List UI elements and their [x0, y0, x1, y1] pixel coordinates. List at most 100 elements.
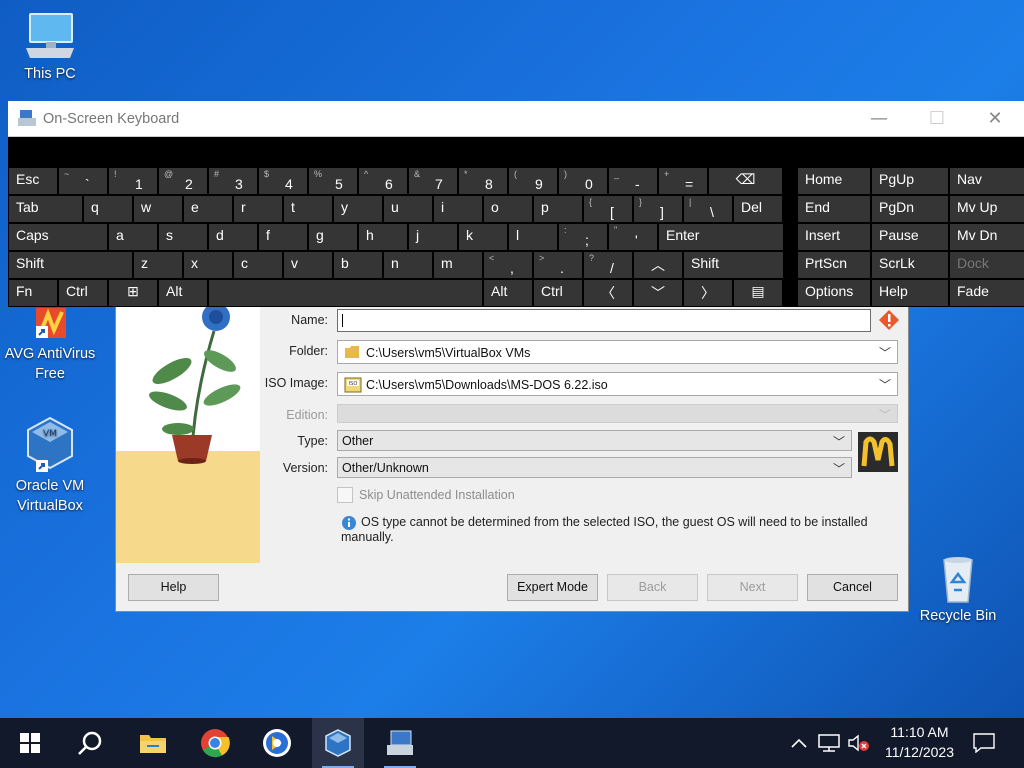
iso-combo[interactable]: ISO C:\Users\vm5\Downloads\MS-DOS 6.22.i… [337, 372, 898, 396]
key-b[interactable]: b [334, 252, 382, 278]
key-alt-right[interactable]: Alt [484, 280, 532, 306]
desktop-icon-avg[interactable]: AVG AntiVirus Free [4, 306, 96, 384]
key-f[interactable]: f [259, 224, 307, 250]
key-3[interactable]: #3 [209, 168, 257, 194]
taskbar-chrome[interactable] [189, 718, 241, 768]
key-j[interactable]: j [409, 224, 457, 250]
key-0[interactable]: ) 0 [559, 168, 607, 194]
name-input[interactable] [337, 309, 871, 332]
key-end[interactable]: End [798, 196, 870, 222]
key-dock[interactable]: Dock [950, 252, 1024, 278]
volume-muted-icon[interactable] [847, 734, 871, 752]
key-4[interactable]: $4 [259, 168, 307, 194]
key-mv-dn[interactable]: Mv Dn [950, 224, 1024, 250]
key-o[interactable]: o [484, 196, 532, 222]
key-shift-left[interactable]: Shift [9, 252, 132, 278]
key-tab[interactable]: Tab [9, 196, 82, 222]
key-slash[interactable]: ? / [584, 252, 632, 278]
key-backslash[interactable]: | \ [684, 196, 732, 222]
version-combo[interactable]: Other/Unknown ﹀ [337, 457, 852, 478]
key-k[interactable]: k [459, 224, 507, 250]
key-pgup[interactable]: PgUp [872, 168, 948, 194]
key-ctrl-left[interactable]: Ctrl [59, 280, 107, 306]
key-z[interactable]: z [134, 252, 182, 278]
close-button[interactable]: ✕ [966, 101, 1024, 137]
key-up-arrow[interactable]: ︿ [634, 252, 682, 278]
key-q[interactable]: q [84, 196, 132, 222]
key-quote[interactable]: " ' [609, 224, 657, 250]
key-enter[interactable]: Enter [659, 224, 783, 250]
type-combo[interactable]: Other ﹀ [337, 430, 852, 451]
system-clock[interactable]: 11:10 AM 11/12/2023 [885, 722, 954, 762]
key-mv-up[interactable]: Mv Up [950, 196, 1024, 222]
search-button[interactable] [64, 718, 116, 768]
taskbar-file-explorer[interactable] [127, 718, 179, 768]
desktop-icon-recycle-bin[interactable]: Recycle Bin [912, 552, 1004, 626]
key-windows[interactable]: ⊞ [109, 280, 157, 306]
key-g[interactable]: g [309, 224, 357, 250]
key-comma[interactable]: <, [484, 252, 532, 278]
key-lbracket[interactable]: {[ [584, 196, 632, 222]
key-help[interactable]: Help [872, 280, 948, 306]
key-equals[interactable]: + = [659, 168, 707, 194]
next-button[interactable]: Next [707, 574, 798, 601]
start-button[interactable] [4, 718, 56, 768]
key-space[interactable] [209, 280, 482, 306]
key-period[interactable]: >. [534, 252, 582, 278]
key-x[interactable]: x [184, 252, 232, 278]
osk-title-bar[interactable]: On-Screen Keyboard — ☐ ✕ [8, 101, 1024, 137]
key-nav[interactable]: Nav [950, 168, 1024, 194]
key-9[interactable]: (9 [509, 168, 557, 194]
key-6[interactable]: ^ 6 [359, 168, 407, 194]
expert-mode-button[interactable]: Expert Mode [507, 574, 598, 601]
key-menu[interactable]: ▤ [734, 280, 782, 306]
taskbar-on-screen-keyboard[interactable] [374, 718, 426, 768]
key-fade[interactable]: Fade [950, 280, 1024, 306]
key-d[interactable]: d [209, 224, 257, 250]
key-del[interactable]: Del [734, 196, 782, 222]
key-home[interactable]: Home [798, 168, 870, 194]
key-rbracket[interactable]: }] [634, 196, 682, 222]
network-icon[interactable] [818, 734, 840, 752]
key-w[interactable]: w [134, 196, 182, 222]
key-s[interactable]: s [159, 224, 207, 250]
key-m[interactable]: m [434, 252, 482, 278]
key-e[interactable]: e [184, 196, 232, 222]
key-7[interactable]: & 7 [409, 168, 457, 194]
key-prtscn[interactable]: PrtScn [798, 252, 870, 278]
key-l[interactable]: l [509, 224, 557, 250]
key-p[interactable]: p [534, 196, 582, 222]
folder-combo[interactable]: C:\Users\vm5\VirtualBox VMs ﹀ [337, 340, 898, 364]
key-scrlk[interactable]: ScrLk [872, 252, 948, 278]
key-fn[interactable]: Fn [9, 280, 57, 306]
key-options[interactable]: Options [798, 280, 870, 306]
cancel-button[interactable]: Cancel [807, 574, 898, 601]
key-n[interactable]: n [384, 252, 432, 278]
notifications-icon[interactable] [973, 733, 995, 753]
help-button[interactable]: Help [128, 574, 219, 601]
key-y[interactable]: y [334, 196, 382, 222]
key-h[interactable]: h [359, 224, 407, 250]
key-esc[interactable]: Esc [9, 168, 57, 194]
key-a[interactable]: a [109, 224, 157, 250]
key-2[interactable]: @2 [159, 168, 207, 194]
key-shift-right[interactable]: Shift [684, 252, 783, 278]
key-pgdn[interactable]: PgDn [872, 196, 948, 222]
maximize-button[interactable]: ☐ [908, 101, 966, 137]
key-8[interactable]: * 8 [459, 168, 507, 194]
key-t[interactable]: t [284, 196, 332, 222]
desktop-icon-virtualbox[interactable]: VM Oracle VM VirtualBox [4, 414, 96, 516]
key-down-arrow[interactable]: ﹀ [634, 280, 682, 306]
key-alt-left[interactable]: Alt [159, 280, 207, 306]
minimize-button[interactable]: — [850, 101, 908, 137]
chevron-up-icon[interactable] [791, 738, 807, 748]
taskbar-browser[interactable] [251, 718, 303, 768]
desktop-icon-this-pc[interactable]: This PC [4, 10, 96, 84]
key-tilde[interactable]: ~ ` [59, 168, 107, 194]
back-button[interactable]: Back [607, 574, 698, 601]
key-insert[interactable]: Insert [798, 224, 870, 250]
key-1[interactable]: ! 1 [109, 168, 157, 194]
key-caps[interactable]: Caps [9, 224, 107, 250]
key-r[interactable]: r [234, 196, 282, 222]
key-semicolon[interactable]: :; [559, 224, 607, 250]
